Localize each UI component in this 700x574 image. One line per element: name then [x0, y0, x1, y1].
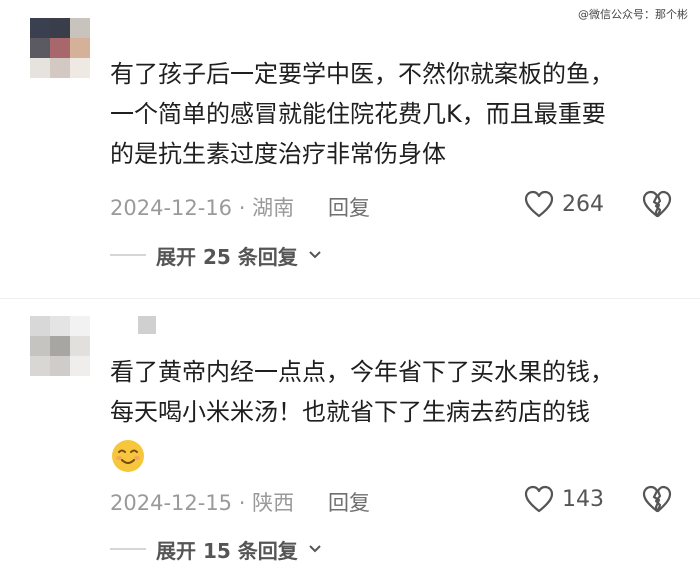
dislike-button[interactable]	[642, 485, 672, 518]
avatar-pixel	[50, 58, 70, 78]
comment-line: 有了孩子后一定要学中医，不然你就案板的鱼，	[110, 60, 614, 88]
dislike-button[interactable]	[642, 190, 672, 223]
reply-button[interactable]: 回复	[328, 487, 370, 517]
heart-icon	[524, 485, 554, 513]
date-location: 2024-12-15 · 陕西	[110, 491, 295, 515]
expand-line	[110, 548, 146, 550]
comment-text: 看了黄帝内经一点点，今年省下了买水果的钱， 每天喝小米米汤！也就省下了生病去药店…	[110, 352, 670, 432]
avatar-pixel	[30, 58, 50, 78]
avatar-pixel	[30, 336, 50, 356]
avatar-pixel	[50, 356, 70, 376]
avatar-pixel	[50, 336, 70, 356]
comment-line: 看了黄帝内经一点点，今年省下了买水果的钱，	[110, 358, 614, 386]
like-count: 143	[562, 486, 604, 512]
username-blurred	[138, 316, 158, 334]
avatar-pixel	[30, 316, 50, 336]
expand-label: 展开 25 条回复	[156, 244, 298, 269]
expand-replies-button[interactable]: 展开 15 条回复	[110, 534, 322, 564]
broken-heart-icon	[642, 485, 672, 513]
chevron-down-icon	[309, 545, 321, 553]
heart-icon	[524, 190, 554, 218]
divider	[0, 298, 700, 299]
expand-line	[110, 254, 146, 256]
comment-line: 一个简单的感冒就能住院花费几K，而且最重要	[110, 100, 606, 128]
avatar-pixel	[70, 38, 90, 58]
avatar-pixel	[30, 356, 50, 376]
avatar-pixel	[70, 316, 90, 336]
avatar[interactable]	[30, 18, 98, 78]
username-pixel	[138, 316, 156, 334]
broken-heart-icon	[642, 190, 672, 218]
avatar-pixel	[30, 18, 50, 38]
chevron-down-icon	[309, 251, 321, 259]
reply-button[interactable]: 回复	[328, 192, 370, 222]
smiling-emoji-icon	[112, 440, 144, 472]
avatar[interactable]	[30, 316, 98, 376]
comment-line: 的是抗生素过度治疗非常伤身体	[110, 140, 446, 168]
like-count: 264	[562, 191, 604, 217]
like-button[interactable]: 264	[524, 190, 604, 218]
date-location: 2024-12-16 · 湖南	[110, 196, 295, 220]
avatar-pixel	[70, 336, 90, 356]
comment-meta: 2024-12-15 · 陕西 回复 143	[110, 485, 672, 518]
comment-line: 每天喝小米米汤！也就省下了生病去药店的钱	[110, 398, 590, 426]
avatar-pixel	[70, 356, 90, 376]
watermark-text: @微信公众号：那个彬	[578, 8, 688, 21]
avatar-pixel	[70, 58, 90, 78]
comment-text: 有了孩子后一定要学中医，不然你就案板的鱼， 一个简单的感冒就能住院花费几K，而且…	[110, 54, 670, 174]
avatar-pixel	[50, 18, 70, 38]
avatar-pixel	[50, 38, 70, 58]
like-button[interactable]: 143	[524, 485, 604, 513]
expand-label: 展开 15 条回复	[156, 538, 298, 563]
expand-replies-button[interactable]: 展开 25 条回复	[110, 240, 322, 270]
comment-meta: 2024-12-16 · 湖南 回复 264	[110, 190, 672, 223]
avatar-pixel	[30, 38, 50, 58]
avatar-pixel	[70, 18, 90, 38]
avatar-pixel	[50, 316, 70, 336]
